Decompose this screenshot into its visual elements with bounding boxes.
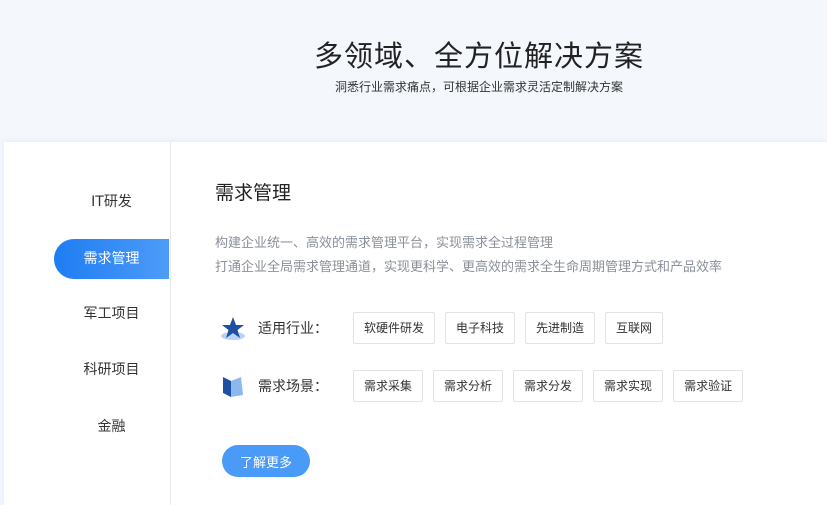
industries-tags: 软硬件研发 电子科技 先进制造 互联网 [353,312,673,344]
section-desc-line2: 打通企业全局需求管理通道，实现更科学、更高效的需求全生命周期管理方式和产品效率 [215,260,723,275]
sidebar-item-military[interactable]: 军工项目 [54,294,169,334]
solution-card: IT研发 需求管理 军工项目 科研项目 金融 需求管理 构建企业统一、高效的需求… [4,142,827,505]
industry-tag[interactable]: 互联网 [605,312,664,344]
industries-row: 适用行业： 软硬件研发 电子科技 先进制造 互联网 [220,312,673,344]
sidebar-item-research[interactable]: 科研项目 [54,350,169,390]
sidebar-item-requirements[interactable]: 需求管理 [54,239,169,279]
scenes-tags: 需求采集 需求分析 需求分发 需求实现 需求验证 [353,370,753,402]
scene-tag[interactable]: 需求分析 [433,370,504,402]
scene-tag[interactable]: 需求实现 [593,370,664,402]
domain-sidebar: IT研发 需求管理 军工项目 科研项目 金融 [4,142,171,505]
star-icon [221,317,245,340]
scene-tag[interactable]: 需求验证 [673,370,744,402]
section-desc-line1: 构建企业统一、高效的需求管理平台，实现需求全过程管理 [215,236,554,251]
sidebar-item-it[interactable]: IT研发 [54,182,169,222]
scenes-row: 需求场景： 需求采集 需求分析 需求分发 需求实现 需求验证 [220,370,753,402]
hero-title: 多领域、全方位解决方案 [313,39,644,73]
hero-banner: 多领域、全方位解决方案 洞悉行业需求痛点，可根据企业需求灵活定制解决方案 [0,0,827,140]
section-title: 需求管理 [215,182,292,204]
industry-tag[interactable]: 先进制造 [525,312,596,344]
sidebar-item-finance[interactable]: 金融 [54,407,169,447]
industry-tag[interactable]: 电子科技 [445,312,516,344]
scene-tag[interactable]: 需求分发 [513,370,584,402]
learn-more-button[interactable]: 了解更多 [222,445,310,477]
industries-label: 适用行业： [258,321,328,337]
scenes-label: 需求场景： [258,379,328,395]
scene-tag[interactable]: 需求采集 [353,370,424,402]
flag-icon [223,377,243,397]
industry-tag[interactable]: 软硬件研发 [353,312,436,344]
hero-subtitle: 洞悉行业需求痛点，可根据企业需求灵活定制解决方案 [334,80,623,94]
